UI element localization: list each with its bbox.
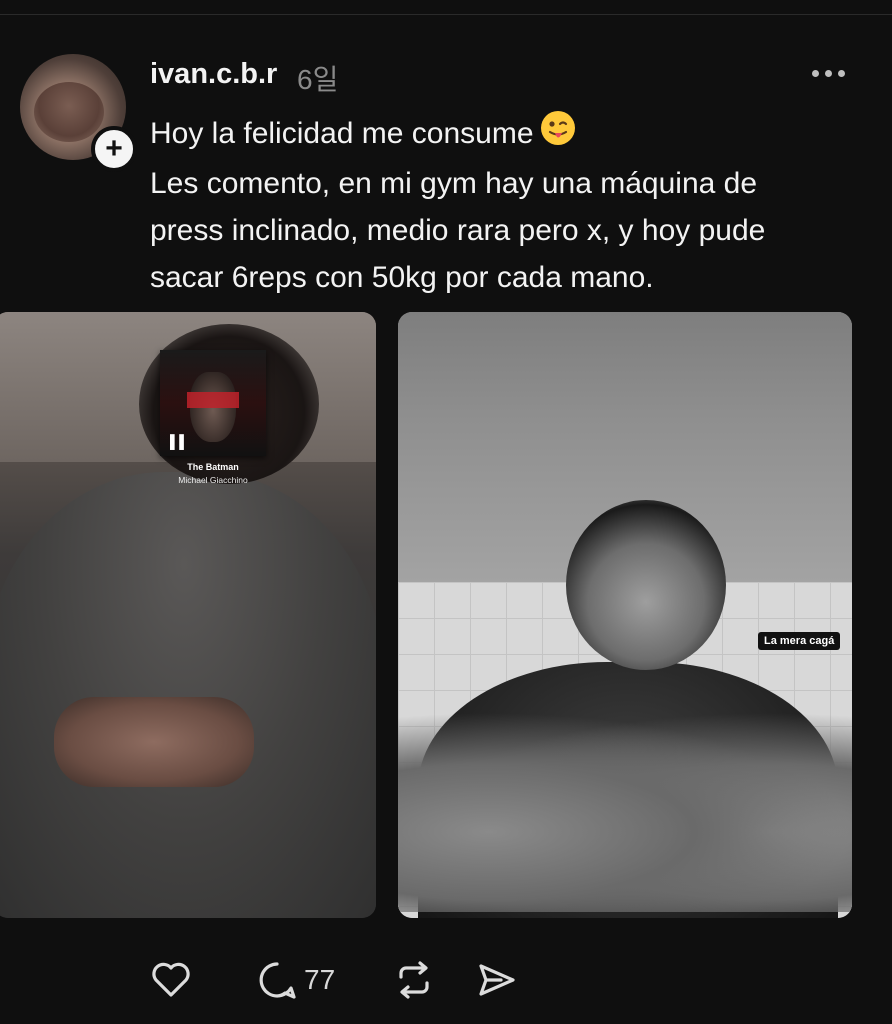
music-sticker-title: The Batman	[187, 462, 239, 472]
post-photo-right[interactable]: La mera cagá	[398, 312, 852, 918]
like-button[interactable]	[148, 957, 194, 1003]
post-text: Hoy la felicidad me consume Les comento,…	[150, 110, 860, 301]
action-bar: 77	[148, 956, 519, 1004]
music-sticker-cover[interactable]: ▌▌	[160, 350, 266, 456]
music-bars-icon: ▌▌	[170, 434, 189, 449]
comment-icon	[259, 962, 296, 999]
username[interactable]: ivan.c.b.r	[150, 58, 277, 91]
text-sticker: La mera cagá	[758, 632, 841, 650]
repost-icon	[399, 961, 429, 999]
post-photo-left[interactable]: ▌▌ The Batman Michael Giacchino	[0, 312, 376, 918]
more-options-icon[interactable]	[812, 62, 854, 84]
repost-button[interactable]	[391, 957, 437, 1003]
comment-count: 77	[304, 964, 336, 995]
follow-plus-button[interactable]: +	[91, 126, 137, 172]
post-line-3: press inclinado, medio rara pero x, y ho…	[150, 214, 766, 248]
comment-button[interactable]: 77	[254, 957, 335, 1003]
post-time: 6일	[297, 64, 339, 95]
post-line-4: sacar 6reps con 50kg por cada mano.	[150, 261, 654, 295]
tongue-out-emoji-icon	[540, 110, 576, 160]
top-divider	[0, 14, 892, 15]
share-button[interactable]	[473, 957, 519, 1003]
send-icon	[479, 964, 515, 996]
post-line-2: Les comento, en mi gym hay una máquina d…	[150, 167, 758, 201]
post-line-1: Hoy la felicidad me consume	[150, 110, 860, 160]
music-sticker-artist: Michael Giacchino	[178, 475, 248, 485]
heart-icon	[152, 962, 190, 997]
